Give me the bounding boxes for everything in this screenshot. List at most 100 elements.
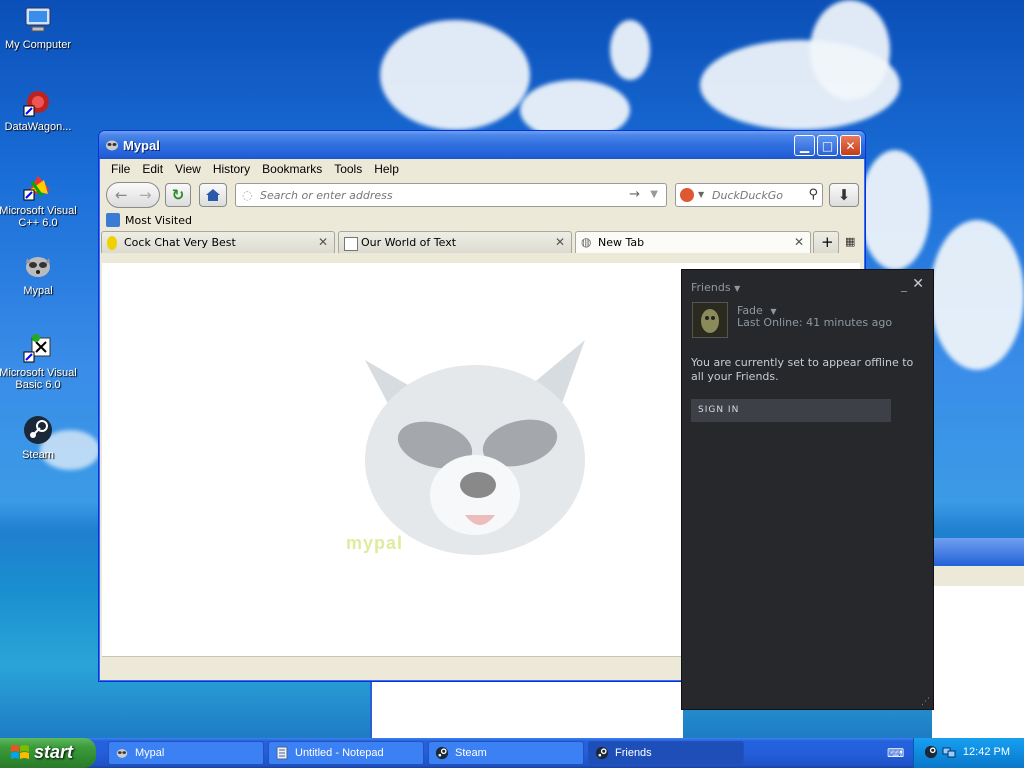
steam-icon <box>595 746 609 760</box>
dropdown-arrow-icon[interactable]: ▼ <box>650 189 658 200</box>
search-icon[interactable]: ⚲ <box>808 187 818 202</box>
menu-bookmarks[interactable]: Bookmarks <box>256 162 328 176</box>
steam-icon <box>24 416 52 444</box>
desktop-icon-visual-basic[interactable]: Microsoft Visual Basic 6.0 <box>0 332 78 391</box>
desktop-icon-steam[interactable]: Steam <box>0 414 78 461</box>
minimize-button[interactable]: _ <box>901 278 907 292</box>
maximize-icon: □ <box>821 139 834 153</box>
notepad-icon <box>276 746 288 760</box>
tab-strip: Cock Chat Very Best ✕ Our World of Text … <box>99 231 865 253</box>
offline-message: You are currently set to appear offline … <box>691 356 914 383</box>
friends-header[interactable]: Friends ▼ <box>691 281 740 294</box>
tab-label: Cock Chat Very Best <box>124 236 236 249</box>
keyboard-icon[interactable]: ⌨ <box>887 746 904 760</box>
start-button[interactable]: start <box>0 738 96 768</box>
tab-new-tab[interactable]: ◍ New Tab ✕ <box>575 231 811 253</box>
tab-our-world-of-text[interactable]: Our World of Text ✕ <box>338 231 572 253</box>
taskbar-item-mypal[interactable]: Mypal <box>108 741 264 765</box>
menu-view[interactable]: View <box>169 162 207 176</box>
tab-favicon <box>344 237 358 251</box>
cloud <box>930 220 1024 370</box>
search-bar[interactable]: ▼ DuckDuckGo ⚲ <box>675 183 823 207</box>
desktop-icon-label: My Computer <box>4 39 72 51</box>
raccoon-logo-icon <box>365 340 585 555</box>
taskbar-item-label: Untitled - Notepad <box>295 747 384 759</box>
taskbar-item-steam[interactable]: Steam <box>428 741 584 765</box>
avatar[interactable] <box>692 302 728 338</box>
visual-cpp-icon <box>23 176 50 201</box>
tab-close-icon[interactable]: ✕ <box>794 235 804 249</box>
start-label: start <box>34 742 74 762</box>
windows-logo-icon <box>11 745 29 759</box>
desktop-icon-label: Mypal <box>23 285 53 297</box>
window-titlebar[interactable]: Mypal ▁ □ ✕ <box>99 131 865 159</box>
taskbar-item-notepad[interactable]: Untitled - Notepad <box>268 741 424 765</box>
taskbar-item-friends[interactable]: Friends <box>588 741 744 765</box>
duckduckgo-icon <box>680 188 694 202</box>
back-arrow-icon[interactable]: ← <box>115 186 128 204</box>
menu-history[interactable]: History <box>207 162 256 176</box>
resize-grip-icon[interactable]: ⋰ <box>921 697 930 707</box>
chevron-down-icon: ▼ <box>734 284 741 293</box>
tab-label: New Tab <box>598 236 645 249</box>
network-icon[interactable] <box>942 745 956 759</box>
tab-cock-chat[interactable]: Cock Chat Very Best ✕ <box>101 231 335 253</box>
background-window-menubar <box>932 566 1024 586</box>
steam-tray-icon[interactable] <box>924 745 938 759</box>
menu-tools[interactable]: Tools <box>328 162 368 176</box>
taskbar-item-label: Friends <box>615 747 652 759</box>
menu-edit[interactable]: Edit <box>136 162 169 176</box>
user-status: Last Online: 41 minutes ago <box>737 316 893 329</box>
home-button[interactable] <box>199 183 227 207</box>
menu-file[interactable]: File <box>105 162 136 176</box>
chevron-down-icon: ▼ <box>770 307 777 316</box>
close-button[interactable]: ✕ <box>912 276 924 292</box>
sign-in-button[interactable]: SIGN IN <box>691 399 891 422</box>
desktop-icon-datawagon[interactable]: DataWagon... <box>0 86 78 133</box>
most-visited-icon <box>106 213 120 227</box>
raccoon-icon <box>26 257 50 277</box>
dropdown-arrow-icon[interactable]: ▼ <box>698 190 704 199</box>
reload-icon: ↻ <box>171 186 185 204</box>
globe-icon: ◌ <box>242 188 253 202</box>
desktop-icon-my-computer[interactable]: My Computer <box>0 4 78 51</box>
cloud <box>380 20 530 130</box>
bookmark-most-visited[interactable]: Most Visited <box>125 214 192 227</box>
notepad-window-background <box>370 680 683 738</box>
menu-help[interactable]: Help <box>368 162 405 176</box>
minimize-icon: ▁ <box>799 139 810 153</box>
background-window-titlebar <box>932 538 1024 566</box>
tab-label: Our World of Text <box>361 236 457 249</box>
steam-friends-window[interactable]: Friends ▼ _ ✕ Fade ▼ Last Online: 41 min… <box>681 269 934 710</box>
avatar-image <box>693 303 727 337</box>
maximize-button[interactable]: □ <box>817 135 838 156</box>
tab-list-icon[interactable]: ▦ <box>845 235 855 248</box>
desktop-icon-visual-cpp[interactable]: Microsoft Visual C++ 6.0 <box>0 170 78 229</box>
address-bar[interactable]: ◌ Search or enter address → ▼ <box>235 183 667 207</box>
background-window-content <box>932 586 1024 738</box>
raccoon-icon <box>106 140 118 151</box>
reload-button[interactable]: ↻ <box>165 183 191 207</box>
taskbar-item-label: Mypal <box>135 747 165 759</box>
tab-close-icon[interactable]: ✕ <box>555 235 565 249</box>
close-button[interactable]: ✕ <box>840 135 861 156</box>
clock[interactable]: 12:42 PM <box>963 746 1010 758</box>
go-arrow-icon[interactable]: → <box>629 187 640 202</box>
minimize-button[interactable]: ▁ <box>794 135 815 156</box>
visual-basic-icon <box>23 334 51 363</box>
desktop-icon-mypal[interactable]: Mypal <box>0 250 78 297</box>
taskbar-item-label: Steam <box>455 747 487 759</box>
taskbar: start Mypal Untitled - Notepad Steam Fri… <box>0 738 1024 768</box>
menu-bar: File Edit View History Bookmarks Tools H… <box>99 159 865 179</box>
desktop-icon-label: Basic 6.0 <box>15 379 61 391</box>
address-input[interactable]: Search or enter address <box>260 189 393 202</box>
tab-close-icon[interactable]: ✕ <box>318 235 328 249</box>
search-input[interactable]: DuckDuckGo <box>712 189 783 202</box>
back-forward-buttons[interactable]: ← → <box>106 182 160 208</box>
desktop-icon-label: DataWagon... <box>4 121 72 133</box>
new-tab-button[interactable]: + <box>813 231 839 253</box>
forward-arrow-icon[interactable]: → <box>139 186 152 204</box>
downloads-button[interactable]: ⬇ <box>829 183 859 207</box>
desktop-icon-label: Microsoft Visual <box>0 367 77 379</box>
system-tray: 12:42 PM <box>913 738 1024 768</box>
